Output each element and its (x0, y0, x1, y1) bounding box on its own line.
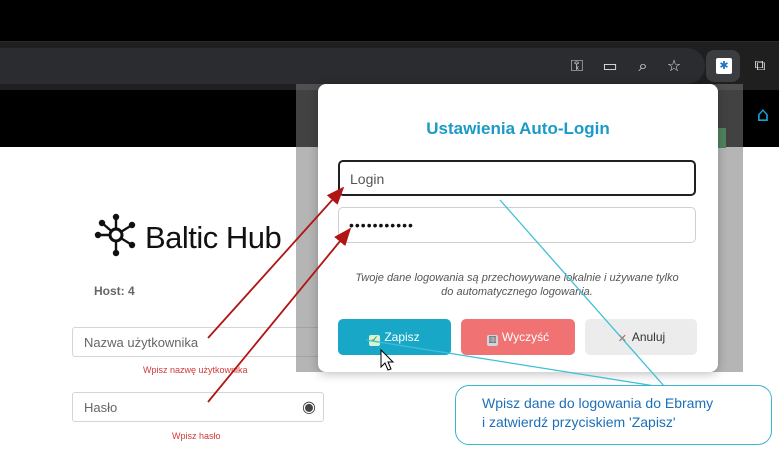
privacy-note-line2: do automatycznego logowania. (441, 286, 593, 298)
login-input[interactable]: Login (338, 160, 696, 196)
instruction-callout: Wpisz dane do logowania do Ebramy i zatw… (455, 385, 772, 445)
check-icon: ✓ (369, 335, 381, 346)
password-field[interactable]: ••••••••••• (338, 207, 696, 243)
close-icon: ✕ (617, 332, 627, 345)
host-label: Host: 4 (94, 284, 135, 298)
privacy-note-line1: Twoje dane logowania są przechowywane lo… (355, 272, 679, 284)
cancel-button[interactable]: ✕ Anuluj (585, 319, 697, 355)
callout-line1: Wpisz dane do logowania do Ebramy (482, 395, 714, 411)
key-icon[interactable]: ⚿ (567, 56, 587, 76)
brand-name: Baltic Hub (145, 220, 282, 255)
zoom-icon[interactable]: ⌕ (633, 56, 653, 76)
password-input[interactable]: Hasło (72, 392, 324, 422)
password-hint: Wpisz hasło (172, 431, 221, 441)
trash-icon: ▥ (486, 335, 498, 346)
install-icon[interactable]: ▭ (600, 56, 620, 76)
extension-icon[interactable]: ✱ (716, 58, 732, 74)
cancel-label: Anuluj (631, 330, 666, 344)
puzzle-icon[interactable]: ⧉ (750, 56, 770, 76)
modal-title: Ustawienia Auto-Login (426, 119, 610, 138)
save-label: Zapisz (384, 330, 420, 344)
home-icon[interactable]: ⌂ (752, 104, 774, 124)
username-hint: Wpisz nazwę użytkownika (143, 365, 248, 375)
callout-line2: i zatwierdź przyciskiem 'Zapisz' (482, 414, 676, 430)
username-input[interactable]: Nazwa użytkownika (72, 327, 324, 357)
clear-label: Wyczyść (501, 330, 550, 344)
save-button[interactable]: ✓ Zapisz (338, 319, 451, 355)
clear-button[interactable]: ▥ Wyczyść (461, 319, 575, 355)
privacy-note: Twoje dane logowania są przechowywane lo… (338, 271, 696, 299)
star-icon[interactable]: ☆ (664, 56, 684, 76)
eye-icon[interactable]: ◉ (298, 397, 320, 417)
baltic-hub-logo-icon (94, 213, 136, 257)
tab-strip (0, 0, 779, 42)
